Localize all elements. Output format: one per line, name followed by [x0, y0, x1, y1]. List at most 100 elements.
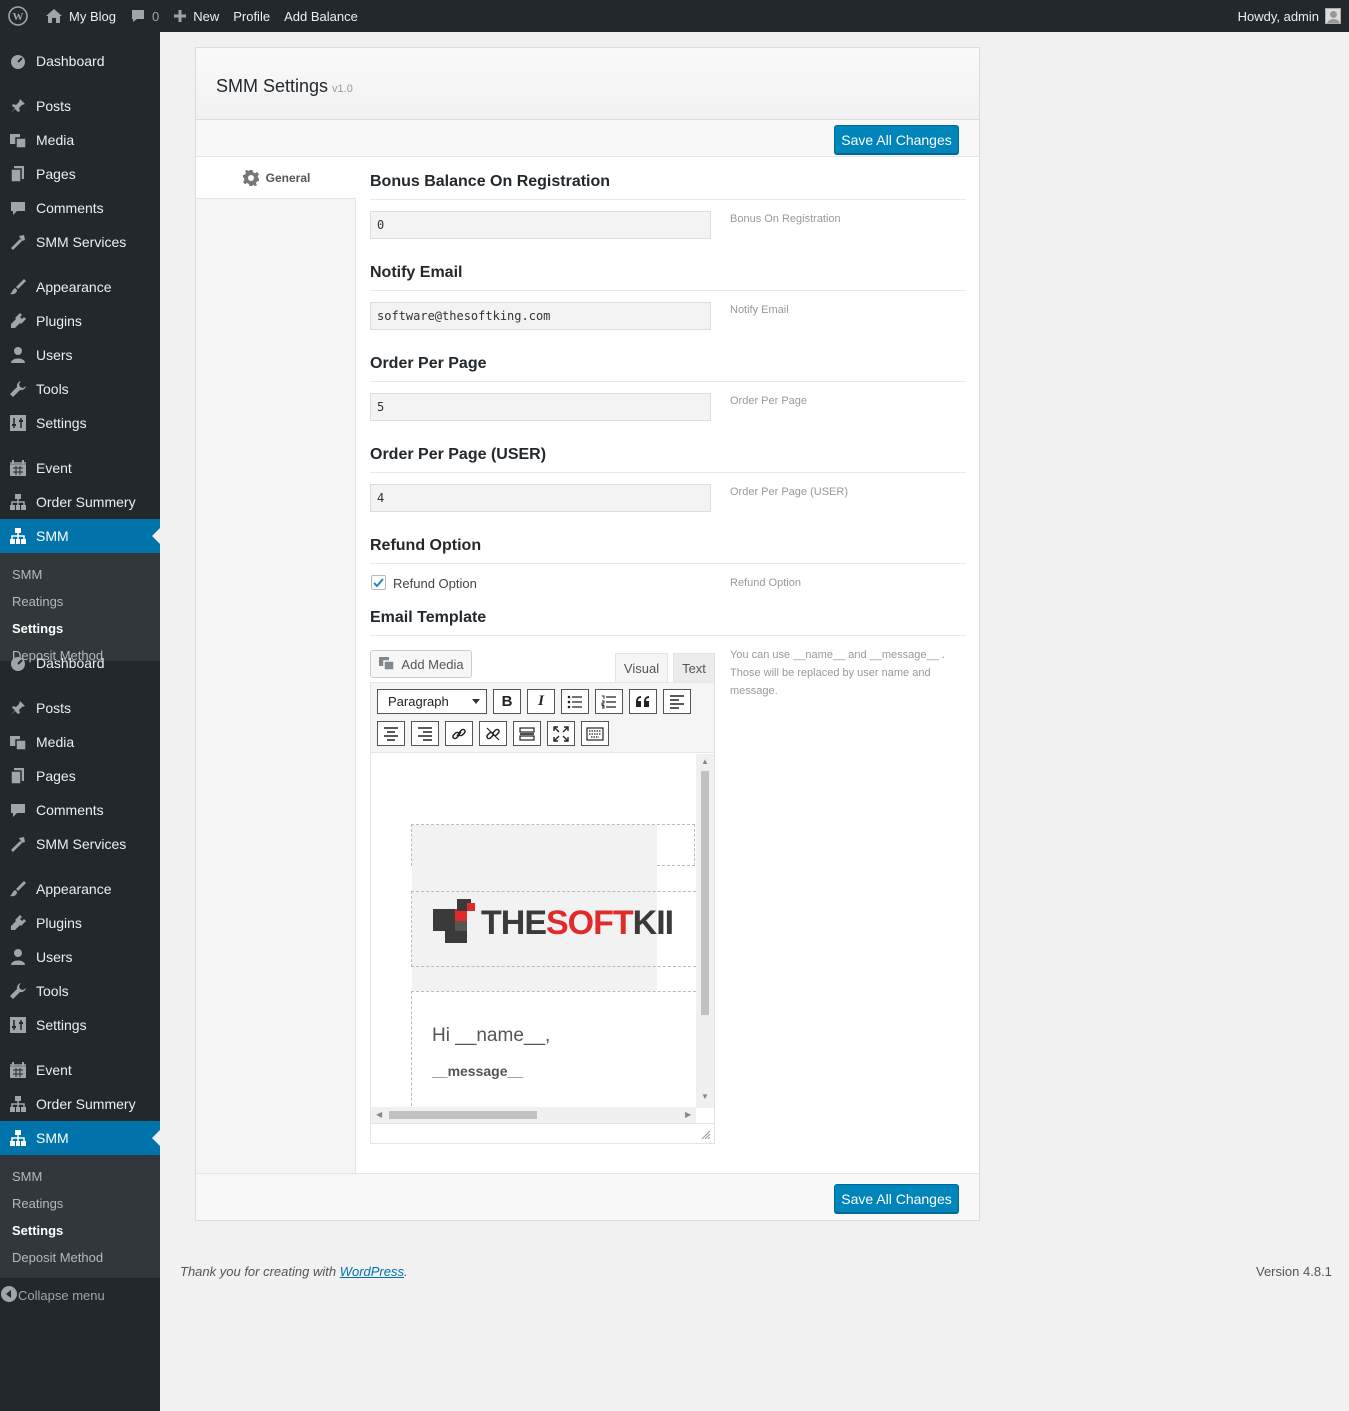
my-account-link[interactable]: Howdy, admin: [1231, 0, 1349, 32]
numbered-list-button[interactable]: [595, 689, 623, 714]
horizontal-scrollbar[interactable]: ◀ ▶: [371, 1107, 696, 1123]
scroll-down-icon[interactable]: ▼: [701, 1092, 709, 1101]
submenu-smm[interactable]: SMM: [12, 567, 42, 582]
submenu-deposit-method[interactable]: Deposit Method: [12, 1250, 103, 1265]
scrollbar-thumb[interactable]: [389, 1111, 537, 1119]
save-all-changes-button[interactable]: Save All Changes: [834, 125, 959, 154]
resize-handle-icon[interactable]: [701, 1130, 711, 1140]
tab-general-label: General: [265, 170, 311, 185]
bullet-list-button[interactable]: [561, 689, 589, 714]
menu-dashboard[interactable]: Dashboard: [0, 646, 160, 680]
tab-text[interactable]: Text: [673, 653, 715, 682]
tab-visual[interactable]: Visual: [615, 653, 668, 682]
menu-users[interactable]: Users: [0, 940, 160, 974]
collapse-menu-button[interactable]: Collapse menu: [0, 1278, 160, 1312]
order-per-page-help: Order Per Page: [730, 395, 808, 407]
submenu-reatings[interactable]: Reatings: [12, 1196, 63, 1211]
menu-event[interactable]: Event: [0, 451, 160, 485]
menu-posts[interactable]: Posts: [0, 89, 160, 123]
align-left-button[interactable]: [663, 689, 691, 714]
submenu-smm[interactable]: SMM: [12, 1169, 42, 1184]
read-more-button[interactable]: [513, 721, 541, 746]
menu-label: Posts: [36, 700, 72, 716]
scroll-left-icon[interactable]: ◀: [376, 1110, 382, 1119]
menu-pages[interactable]: Pages: [0, 157, 160, 191]
add-media-button[interactable]: Add Media: [370, 650, 472, 678]
refund-option-checkbox[interactable]: [371, 575, 386, 590]
svg-text:W: W: [13, 11, 24, 23]
vertical-scrollbar[interactable]: ▲ ▼: [696, 754, 714, 1108]
menu-plugins[interactable]: Plugins: [0, 304, 160, 338]
blockquote-button[interactable]: [629, 689, 657, 714]
menu-appearance[interactable]: Appearance: [0, 270, 160, 304]
menu-dashboard[interactable]: Dashboard: [0, 44, 160, 78]
submenu-settings[interactable]: Settings: [12, 621, 63, 636]
menu-smm-services[interactable]: SMM Services: [0, 225, 160, 259]
insert-link-button[interactable]: [445, 721, 473, 746]
dashboard-gauge-icon: [0, 654, 36, 672]
menu-event[interactable]: Event: [0, 1053, 160, 1087]
menu-comments[interactable]: Comments: [0, 793, 160, 827]
wordpress-link[interactable]: WordPress: [340, 1264, 404, 1279]
scroll-right-icon[interactable]: ▶: [685, 1110, 691, 1119]
new-content-link[interactable]: New: [166, 0, 226, 32]
fullscreen-button[interactable]: [547, 721, 575, 746]
toolbar-toggle-button[interactable]: [581, 721, 609, 746]
comments-link[interactable]: 0: [123, 0, 166, 32]
unlink-button[interactable]: [479, 721, 507, 746]
submenu-settings[interactable]: Settings: [12, 1223, 63, 1238]
paintbrush-icon: [0, 880, 36, 898]
menu-order-summery[interactable]: Order Summery: [0, 1087, 160, 1121]
scrollbar-thumb[interactable]: [701, 771, 709, 1015]
menu-label: Settings: [36, 1017, 87, 1033]
italic-button[interactable]: I: [527, 689, 555, 714]
editor-content[interactable]: THE SOFT KII Hi __name__, __message__: [371, 754, 696, 1108]
menu-appearance[interactable]: Appearance: [0, 872, 160, 906]
align-center-button[interactable]: [377, 721, 405, 746]
save-all-changes-button[interactable]: Save All Changes: [834, 1184, 959, 1213]
tab-general[interactable]: General: [196, 157, 356, 199]
menu-media[interactable]: Media: [0, 123, 160, 157]
menu-pages[interactable]: Pages: [0, 759, 160, 793]
add-balance-link[interactable]: Add Balance: [277, 0, 365, 32]
menu-label: Plugins: [36, 313, 82, 329]
sitemap-icon: [0, 527, 36, 545]
pages-icon: [0, 767, 36, 785]
menu-tools[interactable]: Tools: [0, 372, 160, 406]
menu-label: Appearance: [36, 279, 112, 295]
wordpress-logo-icon[interactable]: W: [0, 0, 35, 32]
menu-tools[interactable]: Tools: [0, 974, 160, 1008]
help-line: message.: [730, 685, 778, 697]
bold-button[interactable]: B: [493, 689, 521, 714]
menu-settings[interactable]: Settings: [0, 406, 160, 440]
notify-email-input[interactable]: [370, 302, 711, 330]
refund-option-title: Refund Option: [370, 537, 482, 554]
menu-smm[interactable]: SMM: [0, 519, 160, 553]
submenu-reatings[interactable]: Reatings: [12, 594, 63, 609]
bold-icon: B: [501, 693, 513, 710]
site-name-link[interactable]: My Blog: [35, 0, 123, 32]
order-per-page-user-input[interactable]: [370, 484, 711, 512]
pushpin-icon: [0, 699, 36, 717]
menu-order-summery[interactable]: Order Summery: [0, 485, 160, 519]
menu-plugins[interactable]: Plugins: [0, 906, 160, 940]
bonus-balance-input[interactable]: [370, 211, 711, 239]
profile-link[interactable]: Profile: [226, 0, 277, 32]
format-select[interactable]: Paragraph: [377, 689, 487, 714]
sliders-icon: [0, 1016, 36, 1034]
menu-settings[interactable]: Settings: [0, 1008, 160, 1042]
collapse-label: Collapse menu: [18, 1287, 105, 1303]
menu-comments[interactable]: Comments: [0, 191, 160, 225]
order-per-page-input[interactable]: [370, 393, 711, 421]
menu-media[interactable]: Media: [0, 725, 160, 759]
dashboard-gauge-icon: [0, 52, 36, 70]
menu-label: Users: [36, 949, 73, 965]
menu-users[interactable]: Users: [0, 338, 160, 372]
scroll-up-icon[interactable]: ▲: [701, 757, 709, 766]
email-body-cell: [411, 991, 696, 1108]
menu-smm[interactable]: SMM: [0, 1121, 160, 1155]
align-right-button[interactable]: [411, 721, 439, 746]
comments-count: 0: [151, 8, 160, 24]
menu-posts[interactable]: Posts: [0, 691, 160, 725]
menu-smm-services[interactable]: SMM Services: [0, 827, 160, 861]
